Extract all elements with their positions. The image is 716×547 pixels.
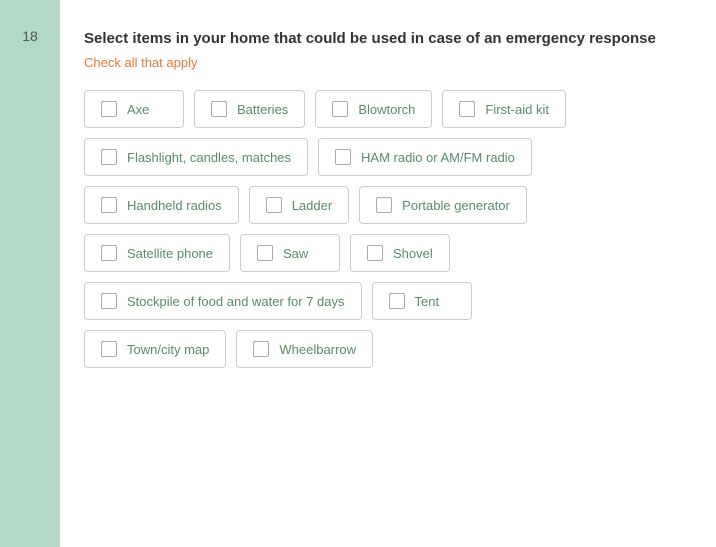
checkbox-blowtorch[interactable] [332, 101, 348, 117]
option-satellite-phone[interactable]: Satellite phone [84, 234, 230, 272]
content-area: Select items in your home that could be … [60, 0, 716, 547]
option-label-handheld-radios: Handheld radios [127, 198, 222, 213]
option-label-shovel: Shovel [393, 246, 433, 261]
options-row-4: Stockpile of food and water for 7 days Te… [84, 282, 688, 320]
option-label-portable-generator: Portable generator [402, 198, 510, 213]
checkbox-stockpile[interactable] [101, 293, 117, 309]
option-label-tent: Tent [415, 294, 440, 309]
sub-label: Check all that apply [84, 55, 688, 70]
option-portable-generator[interactable]: Portable generator [359, 186, 527, 224]
option-ladder[interactable]: Ladder [249, 186, 349, 224]
checkbox-flashlight[interactable] [101, 149, 117, 165]
option-label-axe: Axe [127, 102, 149, 117]
options-row-2: Handheld radios Ladder Portable generator [84, 186, 688, 224]
option-first-aid-kit[interactable]: First-aid kit [442, 90, 566, 128]
option-label-flashlight: Flashlight, candles, matches [127, 150, 291, 165]
checkbox-axe[interactable] [101, 101, 117, 117]
question-title: Select items in your home that could be … [84, 28, 688, 49]
option-label-saw: Saw [283, 246, 308, 261]
checkbox-town-map[interactable] [101, 341, 117, 357]
option-label-ladder: Ladder [292, 198, 332, 213]
checkbox-ham-radio[interactable] [335, 149, 351, 165]
options-grid: Axe Batteries Blowtorch First-aid kit Flashl… [84, 90, 688, 368]
option-batteries[interactable]: Batteries [194, 90, 305, 128]
options-row-0: Axe Batteries Blowtorch First-aid kit [84, 90, 688, 128]
option-label-first-aid-kit: First-aid kit [485, 102, 549, 117]
checkbox-first-aid-kit[interactable] [459, 101, 475, 117]
options-row-1: Flashlight, candles, matches HAM radio or… [84, 138, 688, 176]
option-blowtorch[interactable]: Blowtorch [315, 90, 432, 128]
checkbox-portable-generator[interactable] [376, 197, 392, 213]
checkbox-satellite-phone[interactable] [101, 245, 117, 261]
survey-page: 18 Select items in your home that could … [0, 0, 716, 547]
options-row-5: Town/city map Wheelbarrow [84, 330, 688, 368]
sidebar: 18 [0, 0, 60, 547]
checkbox-saw[interactable] [257, 245, 273, 261]
option-ham-radio[interactable]: HAM radio or AM/FM radio [318, 138, 532, 176]
checkbox-handheld-radios[interactable] [101, 197, 117, 213]
options-row-3: Satellite phone Saw Shovel [84, 234, 688, 272]
option-flashlight[interactable]: Flashlight, candles, matches [84, 138, 308, 176]
checkbox-tent[interactable] [389, 293, 405, 309]
checkbox-wheelbarrow[interactable] [253, 341, 269, 357]
option-label-town-map: Town/city map [127, 342, 209, 357]
option-saw[interactable]: Saw [240, 234, 340, 272]
option-label-wheelbarrow: Wheelbarrow [279, 342, 356, 357]
question-number: 18 [22, 28, 38, 44]
option-tent[interactable]: Tent [372, 282, 472, 320]
option-label-ham-radio: HAM radio or AM/FM radio [361, 150, 515, 165]
checkbox-batteries[interactable] [211, 101, 227, 117]
option-town-map[interactable]: Town/city map [84, 330, 226, 368]
option-handheld-radios[interactable]: Handheld radios [84, 186, 239, 224]
option-label-batteries: Batteries [237, 102, 288, 117]
option-axe[interactable]: Axe [84, 90, 184, 128]
option-label-blowtorch: Blowtorch [358, 102, 415, 117]
option-label-stockpile: Stockpile of food and water for 7 days [127, 294, 345, 309]
checkbox-ladder[interactable] [266, 197, 282, 213]
checkbox-shovel[interactable] [367, 245, 383, 261]
option-wheelbarrow[interactable]: Wheelbarrow [236, 330, 373, 368]
option-label-satellite-phone: Satellite phone [127, 246, 213, 261]
option-shovel[interactable]: Shovel [350, 234, 450, 272]
option-stockpile[interactable]: Stockpile of food and water for 7 days [84, 282, 362, 320]
